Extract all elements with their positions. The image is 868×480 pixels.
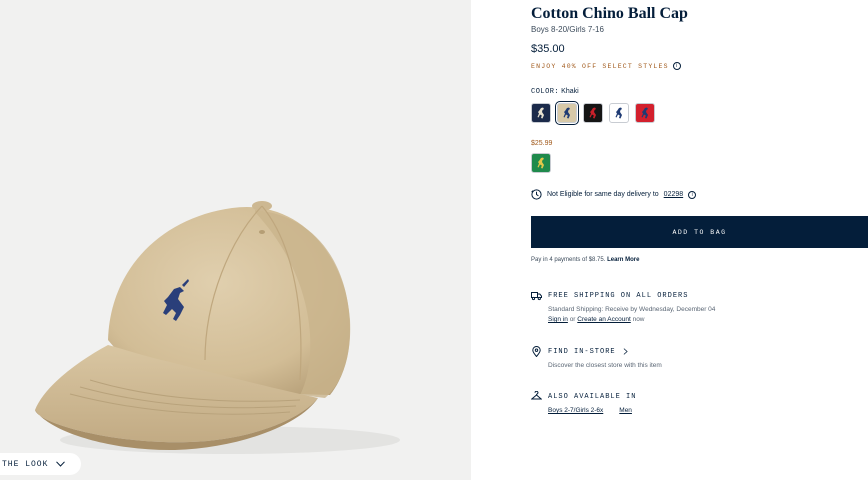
now-text: now <box>632 316 645 323</box>
find-in-store-section[interactable]: FIND IN-STORE Discover the closest store… <box>531 346 662 371</box>
learn-more-link[interactable]: Learn More <box>607 257 639 263</box>
also-available-section: ALSO AVAILABLE IN Boys 2-7/Girls 2-6x Me… <box>531 391 636 414</box>
product-subtitle: Boys 8-20/Girls 7-16 <box>531 25 604 34</box>
color-value: Khaki <box>561 88 579 95</box>
pony-icon <box>641 107 648 119</box>
shipping-detail-block: Standard Shipping: Receive by Wednesday,… <box>548 305 715 325</box>
color-swatches <box>531 101 655 125</box>
zip-code-link[interactable]: 02298 <box>664 191 683 198</box>
color-swatch-green[interactable] <box>531 153 551 173</box>
product-price: $35.00 <box>531 43 565 55</box>
also-available-link-men[interactable]: Men <box>619 407 632 414</box>
chevron-right-icon <box>623 348 628 355</box>
shop-the-look-button[interactable]: THE LOOK <box>0 453 82 475</box>
color-swatch-white[interactable] <box>609 103 629 123</box>
color-swatch-red[interactable] <box>635 103 655 123</box>
info-icon[interactable]: i <box>672 62 681 70</box>
pony-icon <box>537 107 544 119</box>
promo-message: ENJOY 40% OFF SELECT STYLES i <box>531 62 681 70</box>
color-swatch-navy[interactable] <box>531 103 551 123</box>
pony-icon <box>563 107 570 119</box>
shop-the-look-label: THE LOOK <box>2 459 49 469</box>
payment-info: Pay in 4 payments of $8.75. Learn More <box>531 257 639 263</box>
also-available-header: ALSO AVAILABLE IN <box>531 391 636 402</box>
pony-icon <box>537 157 544 169</box>
create-account-link[interactable]: Create an Account <box>577 316 630 323</box>
product-image-panel: THE LOOK <box>0 0 471 480</box>
chevron-down-icon <box>56 461 66 467</box>
also-available-link-kids[interactable]: Boys 2-7/Girls 2-6x <box>548 407 603 414</box>
shipping-section: FREE SHIPPING ON ALL ORDERS Standard Shi… <box>531 290 715 325</box>
color-label-row: COLOR: Khaki <box>531 88 579 96</box>
promo-text: ENJOY 40% OFF SELECT STYLES <box>531 62 669 70</box>
delivery-text: Not Eligible for same day delivery to <box>547 191 659 198</box>
find-in-store-header[interactable]: FIND IN-STORE <box>531 346 662 357</box>
add-to-bag-button[interactable]: ADD TO BAG <box>531 216 868 248</box>
also-available-title: ALSO AVAILABLE IN <box>548 392 637 401</box>
location-pin-icon <box>532 346 541 357</box>
color-label: COLOR: <box>531 88 560 96</box>
shipping-title: FREE SHIPPING ON ALL ORDERS <box>548 291 689 300</box>
info-icon[interactable]: i <box>688 190 697 199</box>
also-available-links: Boys 2-7/Girls 2-6x Men <box>548 407 636 414</box>
color-swatch-khaki[interactable] <box>555 101 579 125</box>
find-in-store-title: FIND IN-STORE <box>548 347 616 356</box>
or-text: or <box>569 316 576 323</box>
pay-text: Pay in 4 payments of $8.75. <box>531 257 606 263</box>
product-info-panel: Cotton Chino Ball Cap Boys 8-20/Girls 7-… <box>531 0 868 480</box>
find-in-store-detail: Discover the closest store with this ite… <box>548 362 662 369</box>
account-links: Sign in or Create an Account now <box>548 315 715 325</box>
color-swatch-black[interactable] <box>583 103 603 123</box>
shipping-header: FREE SHIPPING ON ALL ORDERS <box>531 290 715 301</box>
sign-in-link[interactable]: Sign in <box>548 316 568 323</box>
pony-icon <box>589 107 596 119</box>
truck-icon <box>531 292 542 301</box>
hanger-icon <box>531 391 542 400</box>
alt-price: $25.99 <box>531 140 553 147</box>
alt-swatch-container <box>531 153 551 173</box>
product-title: Cotton Chino Ball Cap <box>531 5 688 22</box>
delivery-info: Not Eligible for same day delivery to 02… <box>531 189 697 200</box>
clock-icon <box>531 189 542 200</box>
pony-icon <box>615 107 622 119</box>
cap-image <box>35 201 400 454</box>
shipping-detail: Standard Shipping: Receive by Wednesday,… <box>548 306 716 313</box>
